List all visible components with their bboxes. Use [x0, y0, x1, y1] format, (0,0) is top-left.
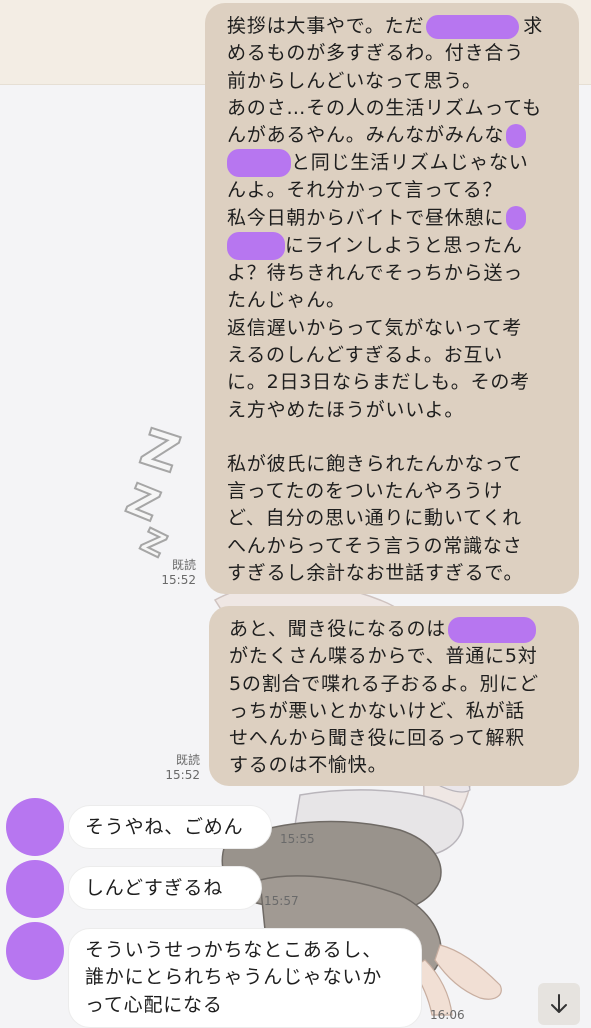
message-line: へんからってそう言うの常識なさ	[227, 534, 523, 557]
message-line: 誰かにとられちゃうんじゃないか	[85, 966, 383, 989]
message-meta: 既読 15:52	[154, 753, 200, 783]
message-line: あのさ…その人の生活リズムっても	[227, 96, 542, 119]
contact-avatar[interactable]	[6, 922, 64, 980]
read-receipt: 既読	[171, 558, 196, 572]
message-line: 私が彼氏に飽きられたんかなって	[227, 452, 524, 475]
message-time: 15:57	[264, 894, 299, 908]
message-time: 16:06	[430, 1008, 465, 1022]
message-line: するのは不愉快。	[229, 754, 388, 777]
received-message-bubble[interactable]: しんどすぎるね	[68, 866, 262, 910]
message-line: んよ。それ分かって言ってる？	[227, 179, 503, 202]
message-time: 15:55	[280, 832, 315, 846]
redacted-name	[506, 206, 527, 231]
message-line: たんじゃん。	[227, 289, 346, 312]
message-line: えるのしんどすぎるよ。お互い	[227, 343, 504, 366]
scroll-to-bottom-button[interactable]	[538, 983, 580, 1025]
message-line: そういうせっかちなとこあるし、	[85, 939, 383, 961]
message-line: あと、聞き役になるのは	[229, 616, 569, 643]
redacted-name	[227, 149, 291, 178]
message-line: え方やめたほうがいいよ。	[227, 398, 465, 421]
message-line: すぎるし余計なお世話すぎるで。	[227, 562, 524, 585]
message-line: ど、自分の思い通りに動いてくれ	[227, 507, 522, 530]
message-time: 15:52	[161, 573, 196, 587]
message-time: 15:52	[165, 768, 200, 782]
sent-message-bubble[interactable]: あと、聞き役になるのは がたくさん喋るからで、普通に5対 5の割合で喋れる子おる…	[209, 606, 579, 786]
message-line: めるものが多すぎるわ。付き合う	[227, 42, 525, 65]
message-line: がたくさん喋るからで、普通に5対	[229, 645, 538, 668]
redacted-name	[448, 616, 537, 643]
message-line: 返信遅いからって気がないって考	[227, 316, 523, 339]
message-line: よ？待ちきれんでそっちから送っ	[227, 262, 524, 285]
message-line: せへんから聞き役に回るって解釈	[229, 727, 526, 750]
message-line: って心配になる	[85, 993, 223, 1016]
redacted-name	[227, 232, 285, 261]
message-line: にラインしようと思ったん	[227, 232, 565, 261]
received-message-bubble[interactable]: そういうせっかちなとこあるし、 誰かにとられちゃうんじゃないか って心配になる	[68, 928, 422, 1028]
contact-avatar[interactable]	[6, 860, 64, 918]
redacted-name	[506, 123, 527, 148]
sent-message-bubble[interactable]: 挨拶は大事やで。ただ求 めるものが多すぎるわ。付き合う 前からしんどいなって思う…	[205, 3, 579, 594]
read-receipt: 既読	[175, 753, 200, 767]
message-meta: 既読 15:52	[150, 558, 196, 588]
contact-avatar[interactable]	[6, 798, 64, 856]
redacted-name	[426, 14, 520, 39]
message-line: っちが悪いとかないけど、私が話	[229, 699, 526, 722]
message-line: しんどすぎるね	[85, 877, 224, 899]
received-message-bubble[interactable]: そうやね、ごめん	[68, 805, 272, 849]
message-line: 挨拶は大事やで。ただ求	[227, 14, 544, 39]
arrow-down-icon	[551, 994, 567, 1013]
message-line: 5の割合で喋れる子おるよ。別にど	[229, 672, 539, 695]
message-line: 私今日朝からバイトで昼休憩に	[227, 205, 565, 232]
message-line: 前からしんどいなって思う。	[227, 69, 482, 92]
message-line: と同じ生活リズムじゃない	[227, 149, 565, 178]
message-line: そうやね、ごめん	[85, 816, 244, 838]
message-line: に。2日3日ならまだしも。その考	[227, 371, 530, 394]
message-line: んがあるやん。みんながみんな	[227, 122, 565, 149]
message-line: 言ってたのをついたんやろうけ	[227, 480, 504, 503]
